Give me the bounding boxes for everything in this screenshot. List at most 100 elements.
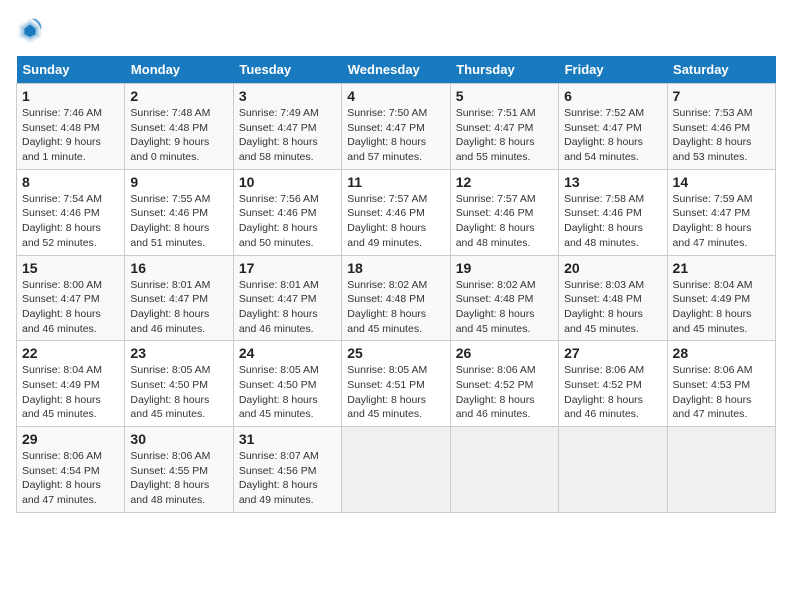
day-number: 8	[22, 174, 119, 190]
day-info: Sunrise: 7:58 AM Sunset: 4:46 PM Dayligh…	[564, 192, 661, 251]
day-info: Sunrise: 8:04 AM Sunset: 4:49 PM Dayligh…	[22, 363, 119, 422]
day-number: 28	[673, 345, 770, 361]
day-number: 6	[564, 88, 661, 104]
day-number: 22	[22, 345, 119, 361]
calendar-cell: 6 Sunrise: 7:52 AM Sunset: 4:47 PM Daylig…	[559, 84, 667, 170]
calendar-cell: 27 Sunrise: 8:06 AM Sunset: 4:52 PM Dayli…	[559, 341, 667, 427]
day-number: 18	[347, 260, 444, 276]
calendar-cell: 8 Sunrise: 7:54 AM Sunset: 4:46 PM Daylig…	[17, 169, 125, 255]
calendar-cell	[450, 427, 558, 513]
calendar-cell: 20Sunrise: 8:03 AM Sunset: 4:48 PM Dayli…	[559, 255, 667, 341]
calendar-cell: 19 Sunrise: 8:02 AM Sunset: 4:48 PM Dayli…	[450, 255, 558, 341]
calendar-cell: 3 Sunrise: 7:49 AM Sunset: 4:47 PM Daylig…	[233, 84, 341, 170]
day-info: Sunrise: 8:02 AM Sunset: 4:48 PM Dayligh…	[456, 278, 553, 337]
calendar-header-row: SundayMondayTuesdayWednesdayThursdayFrid…	[17, 56, 776, 84]
day-info: Sunrise: 7:48 AM Sunset: 4:48 PM Dayligh…	[130, 106, 227, 165]
day-number: 29	[22, 431, 119, 447]
day-info: Sunrise: 7:46 AM Sunset: 4:48 PM Dayligh…	[22, 106, 119, 165]
calendar-cell: 28 Sunrise: 8:06 AM Sunset: 4:53 PM Dayli…	[667, 341, 775, 427]
day-info: Sunrise: 8:01 AM Sunset: 4:47 PM Dayligh…	[239, 278, 336, 337]
day-info: Sunrise: 8:07 AM Sunset: 4:56 PM Dayligh…	[239, 449, 336, 508]
calendar-cell: 12 Sunrise: 7:57 AM Sunset: 4:46 PM Dayli…	[450, 169, 558, 255]
day-header-friday: Friday	[559, 56, 667, 84]
day-number: 23	[130, 345, 227, 361]
day-info: Sunrise: 8:06 AM Sunset: 4:53 PM Dayligh…	[673, 363, 770, 422]
calendar-cell: 13 Sunrise: 7:58 AM Sunset: 4:46 PM Dayli…	[559, 169, 667, 255]
calendar-cell: 22 Sunrise: 8:04 AM Sunset: 4:49 PM Dayli…	[17, 341, 125, 427]
day-info: Sunrise: 8:05 AM Sunset: 4:50 PM Dayligh…	[130, 363, 227, 422]
calendar-cell: 4 Sunrise: 7:50 AM Sunset: 4:47 PM Daylig…	[342, 84, 450, 170]
calendar-cell: 18 Sunrise: 8:02 AM Sunset: 4:48 PM Dayli…	[342, 255, 450, 341]
day-number: 24	[239, 345, 336, 361]
calendar-week-2: 8 Sunrise: 7:54 AM Sunset: 4:46 PM Daylig…	[17, 169, 776, 255]
day-number: 27	[564, 345, 661, 361]
day-number: 12	[456, 174, 553, 190]
day-info: Sunrise: 7:51 AM Sunset: 4:47 PM Dayligh…	[456, 106, 553, 165]
day-header-sunday: Sunday	[17, 56, 125, 84]
day-number: 3	[239, 88, 336, 104]
day-info: Sunrise: 8:00 AM Sunset: 4:47 PM Dayligh…	[22, 278, 119, 337]
day-header-monday: Monday	[125, 56, 233, 84]
day-header-tuesday: Tuesday	[233, 56, 341, 84]
day-info: Sunrise: 7:54 AM Sunset: 4:46 PM Dayligh…	[22, 192, 119, 251]
day-number: 25	[347, 345, 444, 361]
calendar-table: SundayMondayTuesdayWednesdayThursdayFrid…	[16, 56, 776, 513]
day-number: 4	[347, 88, 444, 104]
day-number: 26	[456, 345, 553, 361]
day-info: Sunrise: 8:05 AM Sunset: 4:50 PM Dayligh…	[239, 363, 336, 422]
day-info: Sunrise: 8:02 AM Sunset: 4:48 PM Dayligh…	[347, 278, 444, 337]
day-info: Sunrise: 7:53 AM Sunset: 4:46 PM Dayligh…	[673, 106, 770, 165]
day-number: 7	[673, 88, 770, 104]
calendar-cell: 17 Sunrise: 8:01 AM Sunset: 4:47 PM Dayli…	[233, 255, 341, 341]
logo	[16, 16, 48, 44]
day-header-wednesday: Wednesday	[342, 56, 450, 84]
day-number: 16	[130, 260, 227, 276]
logo-icon	[16, 16, 44, 44]
day-info: Sunrise: 7:50 AM Sunset: 4:47 PM Dayligh…	[347, 106, 444, 165]
calendar-cell: 29Sunrise: 8:06 AM Sunset: 4:54 PM Dayli…	[17, 427, 125, 513]
calendar-cell: 25Sunrise: 8:05 AM Sunset: 4:51 PM Dayli…	[342, 341, 450, 427]
day-number: 14	[673, 174, 770, 190]
calendar-cell	[342, 427, 450, 513]
calendar-cell: 11 Sunrise: 7:57 AM Sunset: 4:46 PM Dayli…	[342, 169, 450, 255]
calendar-week-4: 22 Sunrise: 8:04 AM Sunset: 4:49 PM Dayli…	[17, 341, 776, 427]
calendar-week-3: 15Sunrise: 8:00 AM Sunset: 4:47 PM Dayli…	[17, 255, 776, 341]
calendar-cell: 31 Sunrise: 8:07 AM Sunset: 4:56 PM Dayli…	[233, 427, 341, 513]
day-info: Sunrise: 8:06 AM Sunset: 4:52 PM Dayligh…	[564, 363, 661, 422]
calendar-week-1: 1 Sunrise: 7:46 AM Sunset: 4:48 PM Daylig…	[17, 84, 776, 170]
day-number: 2	[130, 88, 227, 104]
calendar-cell: 2 Sunrise: 7:48 AM Sunset: 4:48 PM Daylig…	[125, 84, 233, 170]
day-number: 19	[456, 260, 553, 276]
calendar-cell: 23 Sunrise: 8:05 AM Sunset: 4:50 PM Dayli…	[125, 341, 233, 427]
calendar-week-5: 29Sunrise: 8:06 AM Sunset: 4:54 PM Dayli…	[17, 427, 776, 513]
calendar-cell: 30Sunrise: 8:06 AM Sunset: 4:55 PM Dayli…	[125, 427, 233, 513]
day-info: Sunrise: 7:49 AM Sunset: 4:47 PM Dayligh…	[239, 106, 336, 165]
calendar-cell: 24 Sunrise: 8:05 AM Sunset: 4:50 PM Dayli…	[233, 341, 341, 427]
day-info: Sunrise: 8:04 AM Sunset: 4:49 PM Dayligh…	[673, 278, 770, 337]
calendar-cell: 16Sunrise: 8:01 AM Sunset: 4:47 PM Dayli…	[125, 255, 233, 341]
calendar-cell: 10Sunrise: 7:56 AM Sunset: 4:46 PM Dayli…	[233, 169, 341, 255]
day-number: 17	[239, 260, 336, 276]
day-header-saturday: Saturday	[667, 56, 775, 84]
day-info: Sunrise: 7:52 AM Sunset: 4:47 PM Dayligh…	[564, 106, 661, 165]
day-number: 9	[130, 174, 227, 190]
day-info: Sunrise: 8:03 AM Sunset: 4:48 PM Dayligh…	[564, 278, 661, 337]
day-info: Sunrise: 7:55 AM Sunset: 4:46 PM Dayligh…	[130, 192, 227, 251]
page-header	[16, 16, 776, 44]
day-number: 11	[347, 174, 444, 190]
calendar-cell	[559, 427, 667, 513]
day-number: 13	[564, 174, 661, 190]
day-number: 1	[22, 88, 119, 104]
day-info: Sunrise: 7:57 AM Sunset: 4:46 PM Dayligh…	[456, 192, 553, 251]
day-info: Sunrise: 7:56 AM Sunset: 4:46 PM Dayligh…	[239, 192, 336, 251]
calendar-cell: 14Sunrise: 7:59 AM Sunset: 4:47 PM Dayli…	[667, 169, 775, 255]
calendar-cell	[667, 427, 775, 513]
day-number: 21	[673, 260, 770, 276]
calendar-cell: 21 Sunrise: 8:04 AM Sunset: 4:49 PM Dayli…	[667, 255, 775, 341]
calendar-cell: 9 Sunrise: 7:55 AM Sunset: 4:46 PM Daylig…	[125, 169, 233, 255]
day-number: 5	[456, 88, 553, 104]
calendar-cell: 26Sunrise: 8:06 AM Sunset: 4:52 PM Dayli…	[450, 341, 558, 427]
day-number: 31	[239, 431, 336, 447]
calendar-cell: 7 Sunrise: 7:53 AM Sunset: 4:46 PM Daylig…	[667, 84, 775, 170]
day-info: Sunrise: 7:57 AM Sunset: 4:46 PM Dayligh…	[347, 192, 444, 251]
